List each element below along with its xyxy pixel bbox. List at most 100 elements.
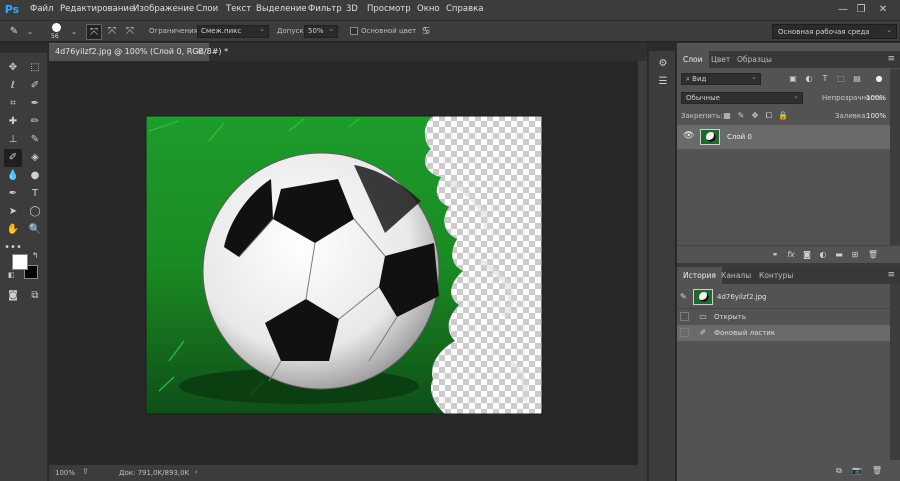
filter-pixel-icon[interactable]: ▣ (787, 73, 799, 85)
menu-window[interactable]: Окно (417, 4, 440, 14)
zoom-tool-icon[interactable]: 🔍 (26, 221, 44, 239)
brush-size-picker[interactable]: 56 (44, 22, 68, 42)
sampling-once-icon[interactable]: ⤧ (104, 24, 120, 40)
properties-panel-icon[interactable]: ⚙ (654, 55, 672, 73)
layer-name[interactable]: Слой 0 (727, 133, 752, 141)
new-group-icon[interactable]: ▬ (833, 249, 845, 261)
lasso-tool-icon[interactable]: ℓ (4, 77, 22, 95)
tool-preset-chevron-icon[interactable]: ⌄ (22, 24, 38, 40)
healing-brush-tool-icon[interactable]: ✚ (4, 113, 22, 131)
tab-channels[interactable]: Каналы (715, 267, 757, 284)
tolerance-input[interactable]: 50% (304, 25, 338, 38)
share-icon[interactable]: ⇪ (82, 467, 89, 476)
menu-layers[interactable]: Слои (196, 4, 218, 14)
menu-image[interactable]: Изображение (133, 4, 194, 14)
move-tool-icon[interactable]: ✥ (4, 59, 22, 77)
type-tool-icon[interactable]: T (26, 185, 44, 203)
minimize-icon[interactable]: — (834, 2, 852, 18)
menu-select[interactable]: Выделение (256, 4, 307, 14)
lock-artboard-icon[interactable]: ⧠ (763, 110, 775, 122)
crop-tool-icon[interactable]: ⌗ (4, 95, 22, 113)
icon-strip-grip[interactable] (649, 43, 677, 51)
new-snapshot-icon[interactable]: 📷 (851, 465, 863, 477)
ellipse-tool-icon[interactable]: ◯ (26, 203, 44, 221)
lock-position-icon[interactable]: ✥ (749, 110, 761, 122)
brush-tool-icon[interactable]: ✏ (26, 113, 44, 131)
delete-layer-icon[interactable]: 🗑 (867, 249, 879, 261)
canvas-vertical-scrollbar[interactable] (638, 61, 647, 465)
brush-chevron-icon[interactable]: ⌄ (66, 24, 82, 40)
filter-adjustment-icon[interactable]: ◐ (803, 73, 815, 85)
opacity-value[interactable]: 100% (866, 94, 886, 102)
clone-stamp-tool-icon[interactable]: ⊥ (4, 131, 22, 149)
path-selection-tool-icon[interactable]: ➤ (4, 203, 22, 221)
quick-selection-tool-icon[interactable]: ✐ (26, 77, 44, 95)
default-colors-icon[interactable]: ◧ (8, 271, 15, 279)
quick-mask-icon[interactable]: ◙ (4, 287, 22, 305)
blend-mode-select[interactable]: Обычные (681, 92, 803, 104)
restore-icon[interactable]: ❐ (852, 2, 870, 18)
filter-toggle-icon[interactable]: ● (873, 73, 885, 85)
filter-shape-icon[interactable]: ⬚ (835, 73, 847, 85)
screen-mode-icon[interactable]: ⧉ (26, 287, 44, 305)
limits-select[interactable]: Смеж.пикс (197, 25, 269, 38)
dodge-tool-icon[interactable]: ● (26, 167, 44, 185)
sampling-background-swatch-icon[interactable]: ⤧ (122, 24, 138, 40)
background-eraser-tool-icon[interactable]: ✎ (6, 24, 22, 40)
hand-tool-icon[interactable]: ✋ (4, 221, 22, 239)
lock-all-icon[interactable]: 🔒 (777, 110, 789, 122)
history-source-box[interactable] (680, 312, 689, 321)
filter-type-icon[interactable]: T (819, 73, 831, 85)
workspace-select[interactable]: Основная рабочая среда (772, 24, 897, 39)
adjustments-panel-icon[interactable]: ☰ (654, 73, 672, 91)
history-state-row-active[interactable]: ✐ Фоновый ластик (677, 325, 890, 341)
tab-layers[interactable]: Слои (677, 51, 709, 68)
close-document-icon[interactable]: × (196, 47, 203, 56)
menu-edit[interactable]: Редактирование (60, 4, 134, 14)
layer-style-icon[interactable]: fx (785, 249, 797, 261)
history-panel-menu-icon[interactable]: ≡ (887, 270, 895, 280)
history-scrollbar[interactable] (890, 284, 900, 460)
menu-help[interactable]: Справка (446, 4, 483, 14)
new-layer-icon[interactable]: ⊞ (849, 249, 861, 261)
eyedropper-tool-icon[interactable]: ✒ (26, 95, 44, 113)
new-document-from-state-icon[interactable]: ⧉ (833, 465, 845, 477)
tab-swatches[interactable]: Образцы (731, 51, 778, 68)
document-info-arrow-icon[interactable]: › (195, 468, 198, 476)
lock-transparency-icon[interactable]: ▦ (721, 110, 733, 122)
document-canvas[interactable] (49, 61, 638, 465)
add-mask-icon[interactable]: ◙ (801, 249, 813, 261)
canvas-area[interactable] (49, 61, 638, 465)
layer-filter-select[interactable]: ⌕ Вид (681, 73, 761, 85)
menu-view[interactable]: Просмотр (367, 4, 411, 14)
blur-tool-icon[interactable]: 💧 (4, 167, 22, 185)
marquee-tool-icon[interactable]: ⬚ (26, 59, 44, 77)
filter-smart-object-icon[interactable]: ▤ (851, 73, 863, 85)
background-eraser-tool-icon[interactable]: ✐ (4, 149, 22, 167)
paint-bucket-tool-icon[interactable]: ◈ (26, 149, 44, 167)
history-brush-tool-icon[interactable]: ✎ (26, 131, 44, 149)
menu-filter[interactable]: Фильтр (308, 4, 342, 14)
history-snapshot-row[interactable]: ✎ 4d76yilzf2.jpg (677, 287, 890, 307)
swap-colors-icon[interactable]: ↰ (32, 251, 39, 260)
layers-scrollbar[interactable] (890, 69, 900, 259)
menu-text[interactable]: Текст (226, 4, 251, 14)
pressure-size-icon[interactable]: ♋ (418, 24, 434, 40)
history-state-row[interactable]: ▭ Открыть (677, 309, 890, 325)
visibility-eye-icon[interactable]: 👁 (683, 131, 694, 141)
fill-value[interactable]: 100% (866, 112, 886, 120)
menu-file[interactable]: Файл (30, 4, 53, 14)
layer-row[interactable]: 👁 Слой 0 (677, 125, 890, 149)
delete-state-icon[interactable]: 🗑 (871, 465, 883, 477)
sampling-continuous-icon[interactable]: ⤧ (86, 24, 102, 40)
foreground-color-swatch[interactable] (12, 254, 28, 270)
lock-image-icon[interactable]: ✎ (735, 110, 747, 122)
layers-panel-menu-icon[interactable]: ≡ (887, 54, 895, 64)
history-source-box[interactable] (680, 328, 689, 337)
zoom-level[interactable]: 100% (55, 469, 75, 477)
menu-3d[interactable]: 3D (346, 4, 358, 14)
tab-paths[interactable]: Контуры (753, 267, 799, 284)
pen-tool-icon[interactable]: ✒ (4, 185, 22, 203)
protect-foreground-checkbox[interactable] (350, 27, 358, 35)
toolbar-grip[interactable] (0, 43, 48, 53)
